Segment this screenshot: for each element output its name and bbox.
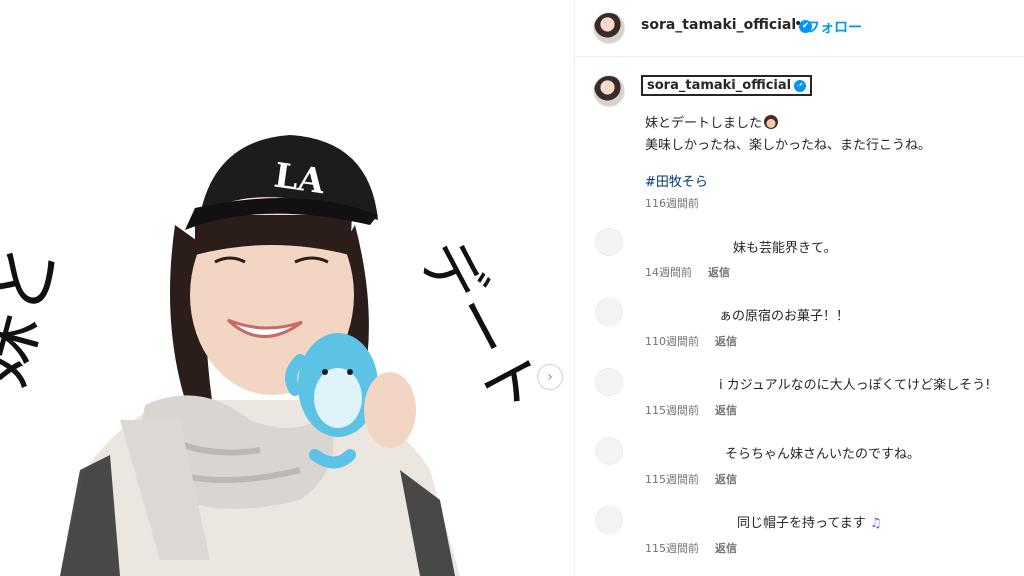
comment-timestamp[interactable]: 115週間前 — [645, 402, 699, 418]
post-header: sora_tamaki_official ✔ • フォロー — [575, 0, 1024, 57]
follow-button[interactable]: フォロー — [806, 17, 862, 37]
caption-timestamp[interactable]: 116週間前 — [645, 195, 699, 211]
next-slide-button[interactable]: › — [537, 364, 563, 390]
comment-text: 同じ帽子を持ってます ♫ — [737, 512, 882, 531]
comment-timestamp[interactable]: 110週間前 — [645, 333, 699, 349]
comment-avatar[interactable] — [595, 506, 623, 534]
comment-text: i カジュアルなのに大人っぽくてけど楽しそう! — [719, 378, 991, 393]
header-username[interactable]: sora_tamaki_official ✔ — [641, 17, 813, 33]
comment-timestamp[interactable]: 115週間前 — [645, 471, 699, 487]
comment-avatar[interactable] — [595, 228, 623, 256]
music-note-icon: ♫ — [869, 516, 882, 531]
caption-line-1: 妹とデートしました — [645, 112, 779, 131]
comment-text: 妹も芸能界きて。 — [733, 241, 837, 256]
reply-button[interactable]: 返信 — [715, 333, 737, 349]
post-photo: LA 妹と デート — [0, 135, 557, 576]
comment-text-content: 同じ帽子を持ってます — [737, 516, 866, 531]
hashtag-link[interactable]: #田牧そら — [645, 171, 708, 190]
reply-button[interactable]: 返信 — [715, 471, 737, 487]
handwriting-right: デート — [405, 228, 557, 427]
header-separator-dot: • — [794, 16, 803, 32]
hand — [364, 372, 416, 448]
cap-logo: LA — [272, 156, 328, 203]
reply-button[interactable]: 返信 — [715, 540, 737, 556]
comment-timestamp[interactable]: 115週間前 — [645, 540, 699, 556]
chevron-right-icon: › — [547, 369, 553, 385]
comment-avatar[interactable] — [595, 437, 623, 465]
comment-avatar[interactable] — [595, 298, 623, 326]
avatar[interactable] — [593, 12, 625, 44]
caption-username[interactable]: sora_tamaki_official ✔ — [641, 75, 813, 96]
handwriting-left: 妹と — [0, 234, 74, 395]
post-side-panel: sora_tamaki_official ✔ • フォロー sora_tamaki… — [574, 0, 1024, 576]
post-media[interactable]: LA 妹と デート › — [0, 0, 574, 576]
caption-avatar[interactable] — [593, 75, 625, 107]
comment-avatar[interactable] — [595, 368, 623, 396]
comment-text: ぁの原宿のお菓子！！ — [719, 309, 850, 324]
caption-dot: . — [797, 76, 801, 90]
reply-button[interactable]: 返信 — [708, 264, 730, 280]
comment-timestamp[interactable]: 14週間前 — [645, 264, 692, 280]
header-username-text[interactable]: sora_tamaki_official — [641, 17, 796, 33]
caption-username-text[interactable]: sora_tamaki_official — [647, 78, 791, 93]
girl-emoji-icon — [764, 115, 779, 129]
caption-line-2: 美味しかったね、楽しかったね、また行こうね。 — [645, 138, 932, 153]
caption-line-1-text: 妹とデートしました — [645, 116, 763, 131]
reply-button[interactable]: 返信 — [715, 402, 737, 418]
comment-text: そらちゃん妹さんいたのですね。 — [725, 447, 921, 462]
